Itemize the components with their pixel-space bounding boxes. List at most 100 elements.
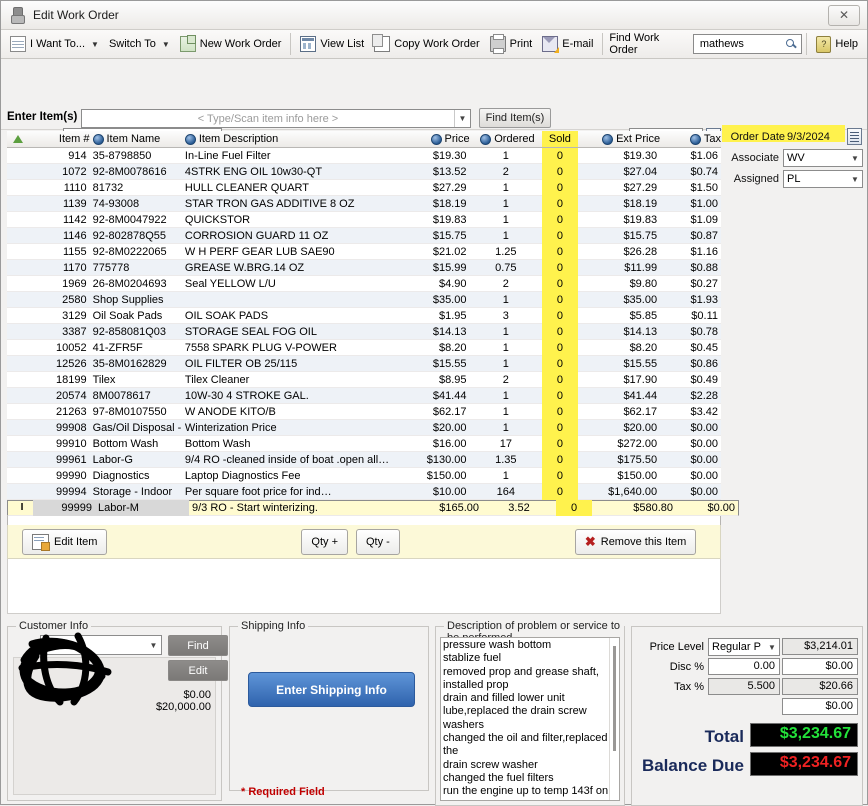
table-row[interactable]: 99908 Gas/Oil Disposal - …Winterization P…: [7, 419, 721, 436]
cell-ordered: 1: [502, 325, 509, 338]
header-price[interactable]: Price: [393, 131, 470, 147]
cell-item-name: Labor-M: [95, 500, 189, 516]
table-row[interactable]: 3387 92-858081Q03 STORAGE SEAL FOG OIL $14.…: [7, 323, 721, 340]
associate-select[interactable]: WV ▼: [783, 149, 863, 167]
row-indicator: [7, 212, 29, 228]
table-row[interactable]: 2580 Shop Supplies $35.00 1 0 $35.00 $1.93: [7, 291, 721, 308]
description-line: pressure wash bottom: [443, 639, 552, 651]
table-row[interactable]: 10052 41-ZFR5F 7558 SPARK PLUG V-POWER $8.2…: [7, 339, 721, 356]
header-sold[interactable]: Sold: [542, 131, 578, 147]
description-line: lube,replaced the drain screw: [443, 705, 587, 718]
customer-edit-button[interactable]: Edit: [168, 660, 228, 681]
table-row[interactable]: 1155 92-8M0222065 W H PERF GEAR LUB SAE90 $…: [7, 243, 721, 260]
cell-item-number: 2580: [62, 293, 87, 306]
row-indicator: [7, 276, 29, 292]
cell-ordered: 3: [502, 309, 509, 322]
table-row[interactable]: 99990 Diagnostics Laptop Diagnostics Fee $1…: [7, 467, 721, 484]
chevron-down-icon: ▼: [161, 39, 170, 49]
table-row[interactable]: 99910 Bottom Wash Bottom Wash $16.00 17 0 $272…: [7, 435, 721, 452]
table-row[interactable]: I 99999 Labor-M 9/3 RO - Start winterizing.…: [7, 500, 739, 516]
row-indicator: [7, 404, 29, 420]
cell-item-number: 99910: [56, 437, 87, 450]
cell-ordered: 0.75: [495, 261, 517, 274]
find-work-order-input[interactable]: [697, 37, 784, 51]
table-row[interactable]: 3129 Oil Soak Pads OIL SOAK PADS $1.95 3 0 $5.…: [7, 307, 721, 324]
description-scrollbar[interactable]: [609, 638, 619, 800]
header-ordered[interactable]: Ordered: [470, 131, 543, 147]
sort-icon: [689, 133, 701, 145]
calendar-icon[interactable]: [847, 128, 862, 145]
table-row[interactable]: 99994 Storage - Indoor Per square foot pri…: [7, 483, 721, 500]
find-work-order-field[interactable]: [692, 34, 803, 54]
cell-item-description: Tilex Cleaner: [184, 373, 250, 386]
shipping-value[interactable]: $0.00: [782, 698, 858, 715]
table-row[interactable]: 21263 97-8M0107550 W ANODE KITO/B $62.17 1 0 $…: [7, 403, 721, 420]
order-date-value[interactable]: 9/3/2024: [787, 131, 845, 143]
header-tax[interactable]: Tax: [660, 131, 721, 147]
new-work-order-button[interactable]: New Work Order: [175, 32, 287, 56]
totals-panel: Price Level Regular P ▼ Disc % 0.00 Tax …: [631, 626, 863, 806]
cell-tax: $0.88: [690, 261, 719, 274]
cell-tax: $0.00: [707, 502, 735, 514]
envelope-icon: [542, 36, 560, 53]
customer-find-button[interactable]: Find: [168, 635, 228, 656]
cell-item-description: Laptop Diagnostics Fee: [184, 469, 301, 482]
print-button[interactable]: Print: [485, 32, 538, 56]
header-item-name[interactable]: Item Name: [90, 131, 182, 147]
table-row[interactable]: 99961 Labor-G 9/4 RO -cleaned inside of bo…: [7, 451, 721, 468]
header-item-number[interactable]: Item #: [29, 131, 90, 147]
table-row[interactable]: 1072 92-8M0078616 4STRK ENG OIL 10w30-QT $1…: [7, 163, 721, 180]
price-level-select[interactable]: Regular P ▼: [708, 638, 780, 656]
cell-tax: $1.06: [690, 149, 719, 162]
table-row[interactable]: 18199 Tilex Tilex Cleaner $8.95 2 0 $17.90 $0.4…: [7, 371, 721, 388]
help-button[interactable]: ? Help: [811, 32, 863, 56]
title-bar: Edit Work Order ✕: [1, 1, 867, 30]
search-icon[interactable]: [784, 37, 799, 52]
i-want-to-button[interactable]: I Want To... ▼: [5, 32, 104, 56]
cell-ext-price: $41.44: [623, 389, 658, 402]
cell-item-number: 1072: [62, 165, 87, 178]
table-row[interactable]: 1110 81732 HULL CLEANER QUART $27.29 1 0 $27.2…: [7, 179, 721, 196]
shipping-info-title: Shipping Info: [238, 620, 309, 632]
remove-item-button[interactable]: ✖ Remove this Item: [574, 528, 697, 555]
table-row[interactable]: 1146 92-802878Q55 CORROSION GUARD 11 OZ $15…: [7, 227, 721, 244]
view-list-button[interactable]: View List: [295, 32, 369, 56]
chevron-down-icon[interactable]: ▼: [454, 110, 470, 127]
cell-item-number: 1170: [62, 261, 87, 274]
table-row[interactable]: 1170 775778 GREASE W.BRG.14 OZ $15.99 0.75 0 $…: [7, 259, 721, 276]
cell-ordered: 1: [502, 181, 509, 194]
edit-item-button[interactable]: Edit Item: [22, 528, 108, 555]
discount-value[interactable]: $0.00: [782, 658, 858, 675]
row-indicator: [7, 372, 29, 388]
new-work-order-label: New Work Order: [199, 38, 282, 50]
email-button[interactable]: E-mail: [537, 32, 598, 56]
cell-price: $8.20: [438, 341, 467, 354]
row-indicator: [7, 340, 29, 356]
find-items-button[interactable]: Find Item(s): [479, 108, 551, 128]
table-row[interactable]: 1142 92-8M0047922 QUICKSTOR $19.83 1 0 $19.83 $…: [7, 211, 721, 228]
table-row[interactable]: 12526 35-8M0162829 OIL FILTER OB 25/115 $15…: [7, 355, 721, 372]
copy-work-order-button[interactable]: Copy Work Order: [369, 32, 484, 56]
table-row[interactable]: 1969 26-8M0204693 Seal YELLOW L/U $4.90 2 0 $9…: [7, 275, 721, 292]
enter-items-input[interactable]: < Type/Scan item info here > ▼: [81, 109, 471, 128]
disc-pct-field[interactable]: 0.00: [708, 658, 780, 675]
header-item-description[interactable]: Item Description: [182, 131, 393, 147]
table-row[interactable]: 914 35-8798850 In-Line Fuel Filter $19.30 1 0…: [7, 147, 721, 164]
qty-plus-button[interactable]: Qty +: [301, 528, 348, 555]
header-ext-price[interactable]: Ext Price: [578, 131, 660, 147]
switch-to-button[interactable]: Switch To ▼: [104, 32, 175, 56]
table-row[interactable]: 1139 74-93008 STAR TRON GAS ADDITIVE 8 OZ $…: [7, 195, 721, 212]
grid-empty-area: [7, 559, 721, 614]
cell-ext-price: $15.55: [623, 357, 658, 370]
qty-minus-button[interactable]: Qty -: [356, 528, 400, 555]
enter-shipping-info-button[interactable]: Enter Shipping Info: [248, 672, 415, 707]
close-button[interactable]: ✕: [828, 4, 860, 26]
cell-sold: 0: [542, 275, 578, 292]
table-row[interactable]: 20574 8M0078617 10W-30 4 STROKE GAL. $41.44…: [7, 387, 721, 404]
cell-ext-price: $175.50: [617, 453, 658, 466]
cell-ordered: 2: [502, 277, 509, 290]
customer-select[interactable]: ▼: [40, 635, 162, 655]
description-textarea[interactable]: pressure wash bottom stablize fuel removed…: [440, 637, 620, 801]
assigned-select[interactable]: PL ▼: [783, 170, 863, 188]
cell-item-number: 18199: [56, 373, 87, 386]
